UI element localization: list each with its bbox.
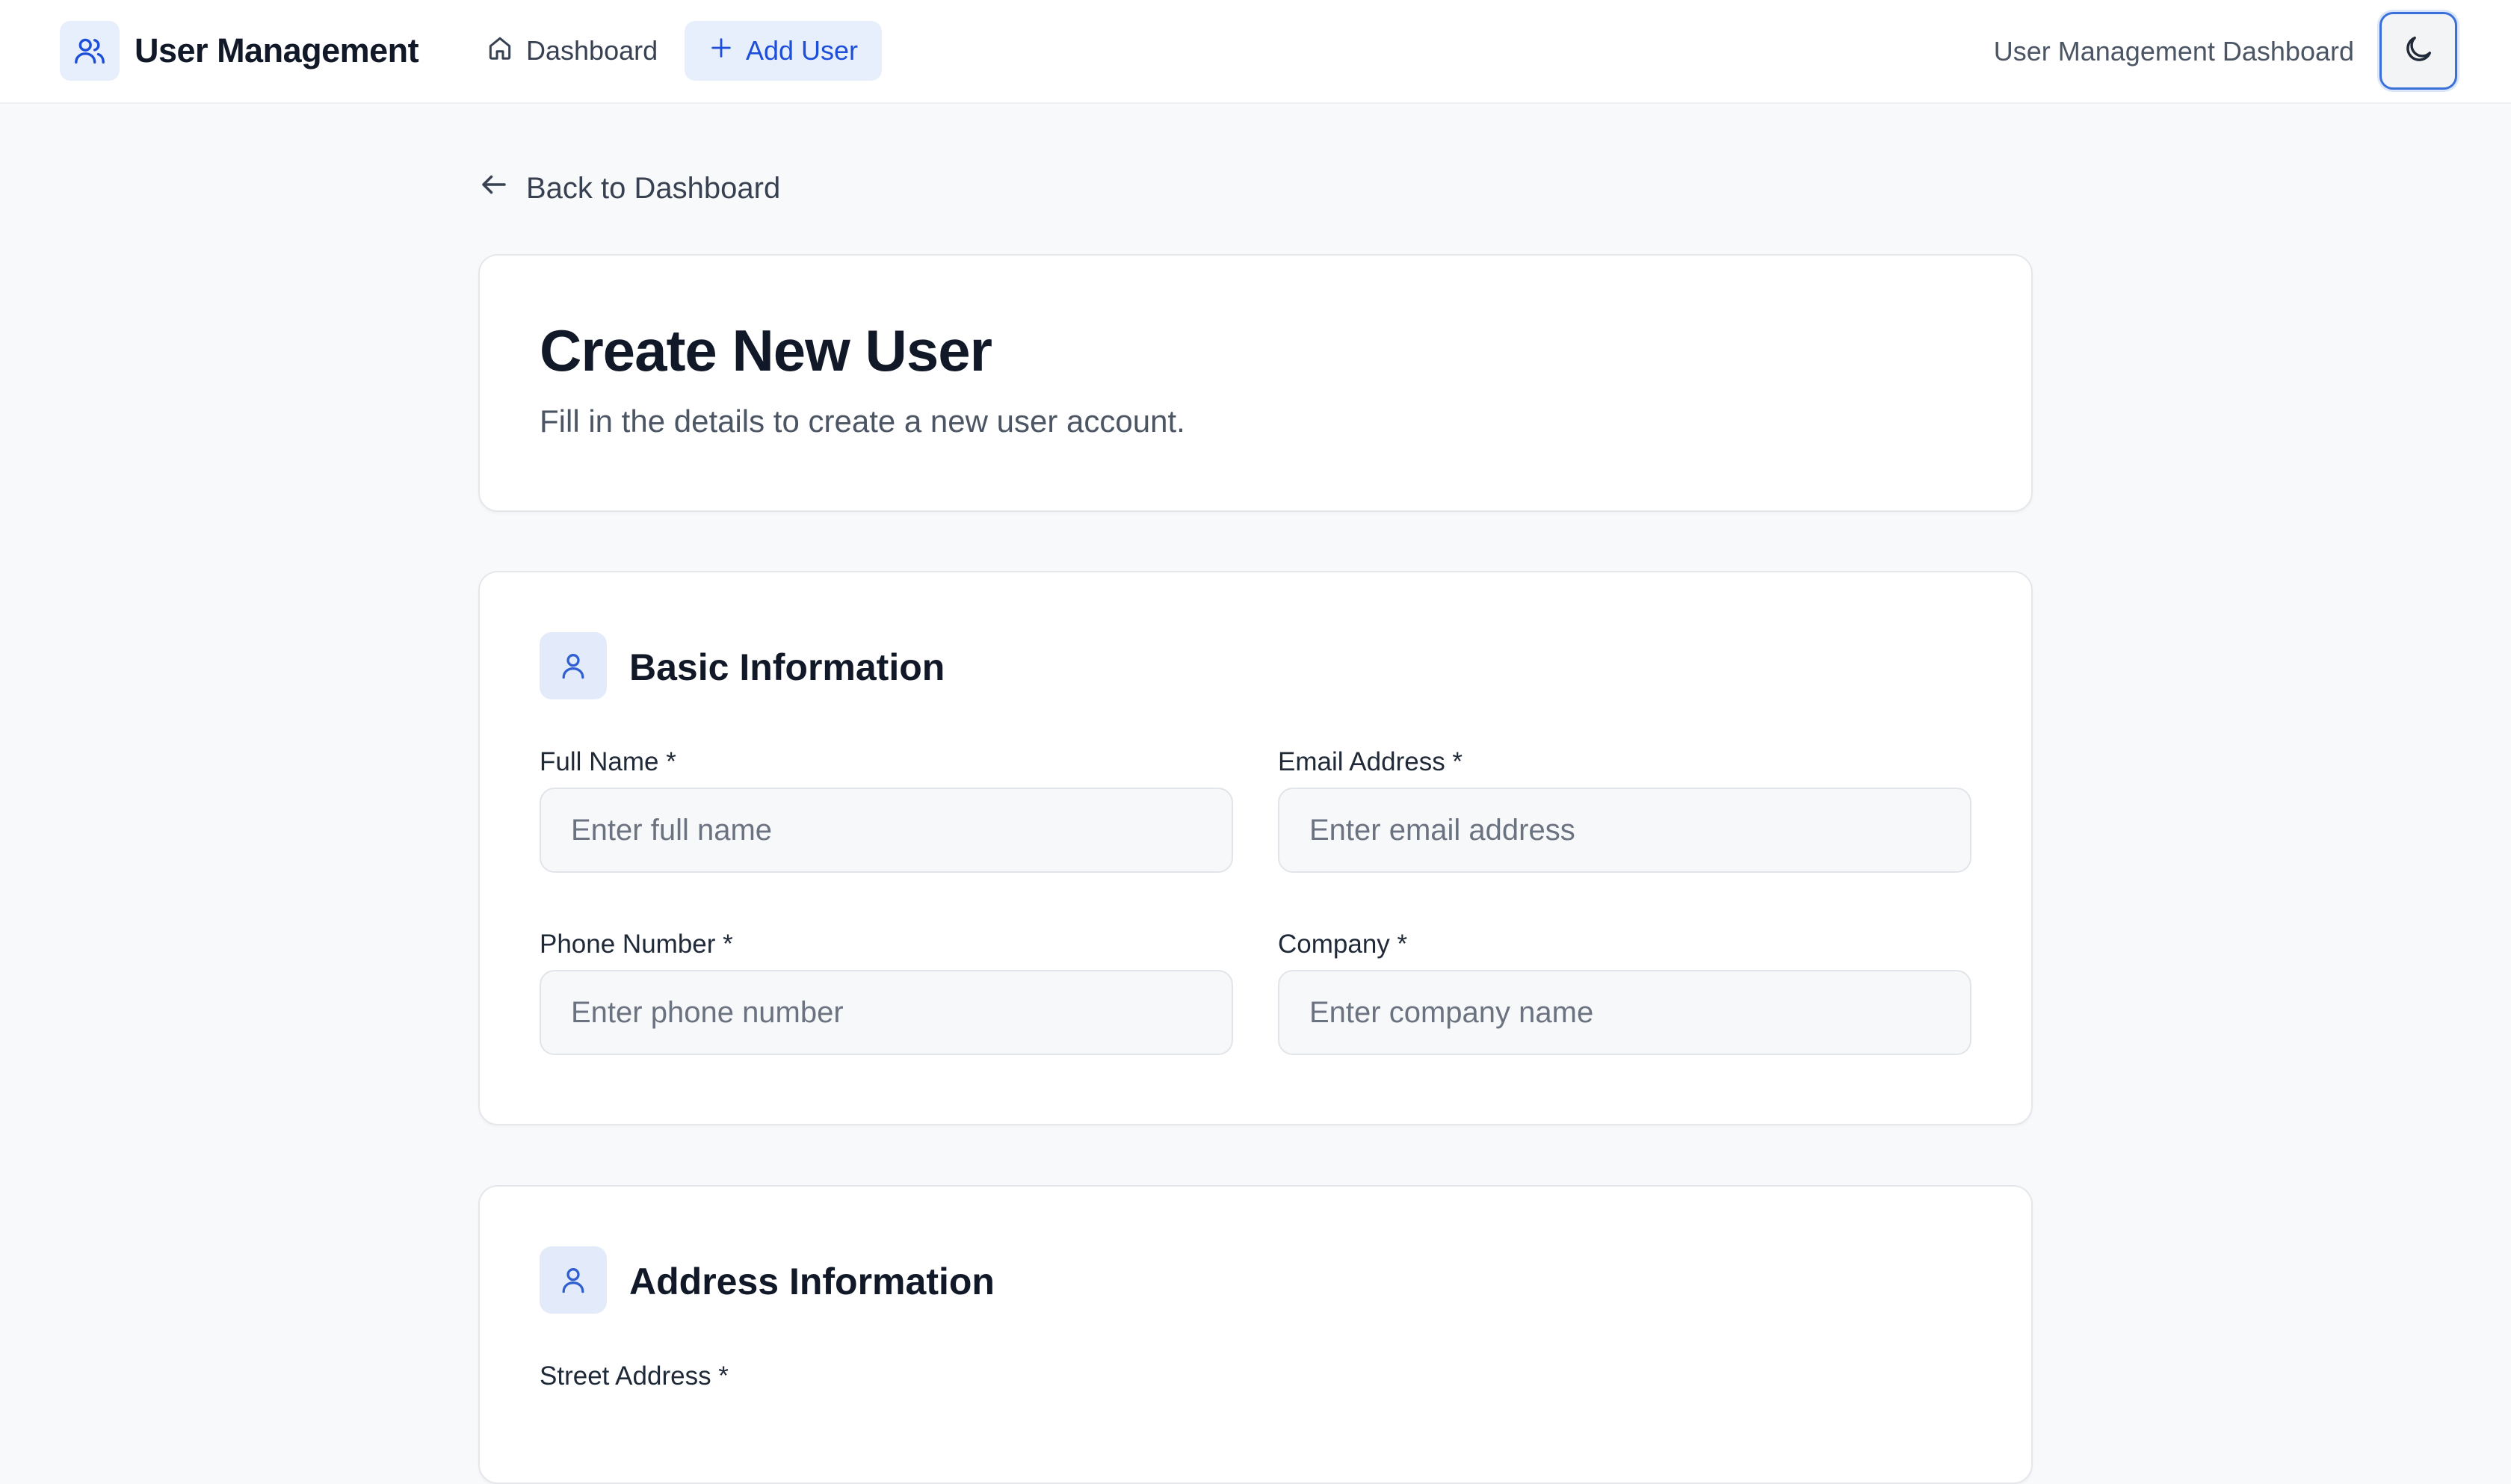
moon-icon [2401, 32, 2436, 70]
phone-number-input[interactable] [540, 970, 1233, 1055]
user-icon [540, 632, 607, 699]
address-information-card: Address Information Street Address * [478, 1185, 2033, 1484]
phone-number-label: Phone Number * [540, 930, 733, 959]
email-address-label: Email Address * [1278, 747, 1463, 776]
full-name-input[interactable] [540, 788, 1233, 873]
basic-information-card: Basic Information Full Name * Email Addr… [478, 571, 2033, 1125]
nav-item-dashboard-label: Dashboard [526, 35, 658, 66]
plus-icon [708, 35, 734, 67]
back-to-dashboard-link[interactable]: Back to Dashboard [478, 166, 780, 211]
home-icon [486, 34, 514, 69]
company-input[interactable] [1278, 970, 1971, 1055]
page-header-card: Create New User Fill in the details to c… [478, 254, 2033, 512]
app-title[interactable]: User Management [135, 31, 419, 70]
user-icon [540, 1246, 607, 1314]
top-navigation-bar: User Management Dashboard Add User User … [0, 0, 2511, 104]
users-icon[interactable] [60, 21, 120, 81]
company-label: Company * [1278, 930, 1408, 959]
full-name-label: Full Name * [540, 747, 676, 776]
back-link-label: Back to Dashboard [526, 171, 781, 205]
section-title: Basic Information [629, 646, 945, 688]
theme-toggle-button[interactable] [2379, 12, 2457, 90]
arrow-left-icon [478, 169, 510, 208]
street-address-label: Street Address * [540, 1361, 729, 1391]
header-subtitle: User Management Dashboard [1993, 36, 2354, 67]
email-address-input[interactable] [1278, 788, 1971, 873]
page-title: Create New User [540, 318, 992, 383]
nav-item-dashboard[interactable]: Dashboard [471, 21, 673, 81]
nav-item-add-user[interactable]: Add User [685, 21, 882, 81]
page-description: Fill in the details to create a new user… [540, 404, 1185, 439]
section-title: Address Information [629, 1261, 995, 1302]
nav-item-add-user-label: Add User [745, 35, 859, 66]
